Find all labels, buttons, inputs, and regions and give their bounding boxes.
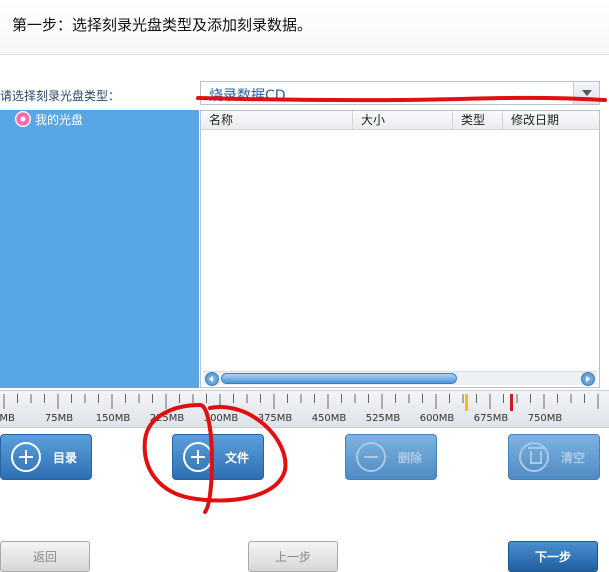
plus-circle-icon	[183, 442, 213, 472]
ruler-label: 750MB	[527, 413, 563, 424]
chevron-down-icon	[582, 90, 592, 96]
add-directory-label: 目录	[53, 450, 78, 465]
capacity-marker-yellow	[465, 394, 468, 411]
ruler-label: 0MB	[0, 413, 15, 424]
disc-type-select[interactable]: 烧录数据CD	[200, 81, 600, 105]
add-directory-button[interactable]: 目录	[0, 434, 92, 480]
ruler-label: 450MB	[311, 413, 347, 424]
horizontal-scrollbar[interactable]	[203, 371, 597, 386]
ruler-label: 300MB	[203, 413, 239, 424]
tree-item-my-disc[interactable]: 我的光盘	[15, 110, 83, 128]
ruler-label: 225MB	[149, 413, 185, 424]
ruler-label: 75MB	[44, 413, 74, 424]
column-type[interactable]: 类型	[453, 111, 503, 130]
step-title: 第一步：选择刻录光盘类型及添加刻录数据。	[12, 16, 313, 34]
chevron-left-icon	[209, 376, 213, 382]
delete-label: 删除	[398, 450, 423, 465]
minus-circle-icon	[356, 442, 386, 472]
next-step-button[interactable]: 下一步	[508, 541, 598, 572]
scroll-right-button[interactable]	[581, 372, 595, 386]
prev-step-button[interactable]: 上一步	[248, 541, 338, 572]
dropdown-button[interactable]	[573, 82, 599, 104]
disc-icon	[15, 111, 31, 127]
step-header: 第一步：选择刻录光盘类型及添加刻录数据。	[0, 0, 609, 55]
clear-label: 清空	[561, 450, 586, 465]
column-size[interactable]: 大小	[353, 111, 453, 130]
ruler-label: 525MB	[365, 413, 401, 424]
delete-button[interactable]: 删除	[345, 434, 437, 480]
column-name[interactable]: 名称	[201, 111, 353, 130]
capacity-marker-red	[510, 394, 513, 411]
ruler-label: 600MB	[419, 413, 455, 424]
scroll-left-button[interactable]	[205, 372, 219, 386]
back-button[interactable]: 返回	[0, 541, 90, 572]
ruler-label: 675MB	[473, 413, 509, 424]
chevron-right-icon	[586, 376, 590, 382]
disc-type-value: 烧录数据CD	[209, 88, 286, 104]
column-modified-date[interactable]: 修改日期	[503, 111, 599, 130]
ruler-label: 375MB	[257, 413, 293, 424]
ruler-ticks	[3, 394, 599, 411]
scroll-thumb[interactable]	[221, 373, 457, 384]
ruler-label: 150MB	[95, 413, 131, 424]
tree-item-label: 我的光盘	[35, 112, 84, 127]
column-header: 名称 大小 类型 修改日期	[201, 111, 599, 130]
clear-button[interactable]: 清空	[508, 434, 600, 480]
file-list-panel: 名称 大小 类型 修改日期	[200, 110, 600, 388]
add-file-button[interactable]: 文件	[172, 434, 264, 480]
disc-tree-panel: 我的光盘	[0, 110, 199, 388]
trash-icon	[519, 442, 549, 472]
add-file-label: 文件	[225, 450, 250, 465]
plus-circle-icon	[11, 442, 41, 472]
disc-type-label: 请选择刻录光盘类型：	[0, 89, 121, 103]
capacity-ruler: 0MB 75MB 150MB 225MB 300MB 375MB 450MB 5…	[0, 390, 609, 428]
